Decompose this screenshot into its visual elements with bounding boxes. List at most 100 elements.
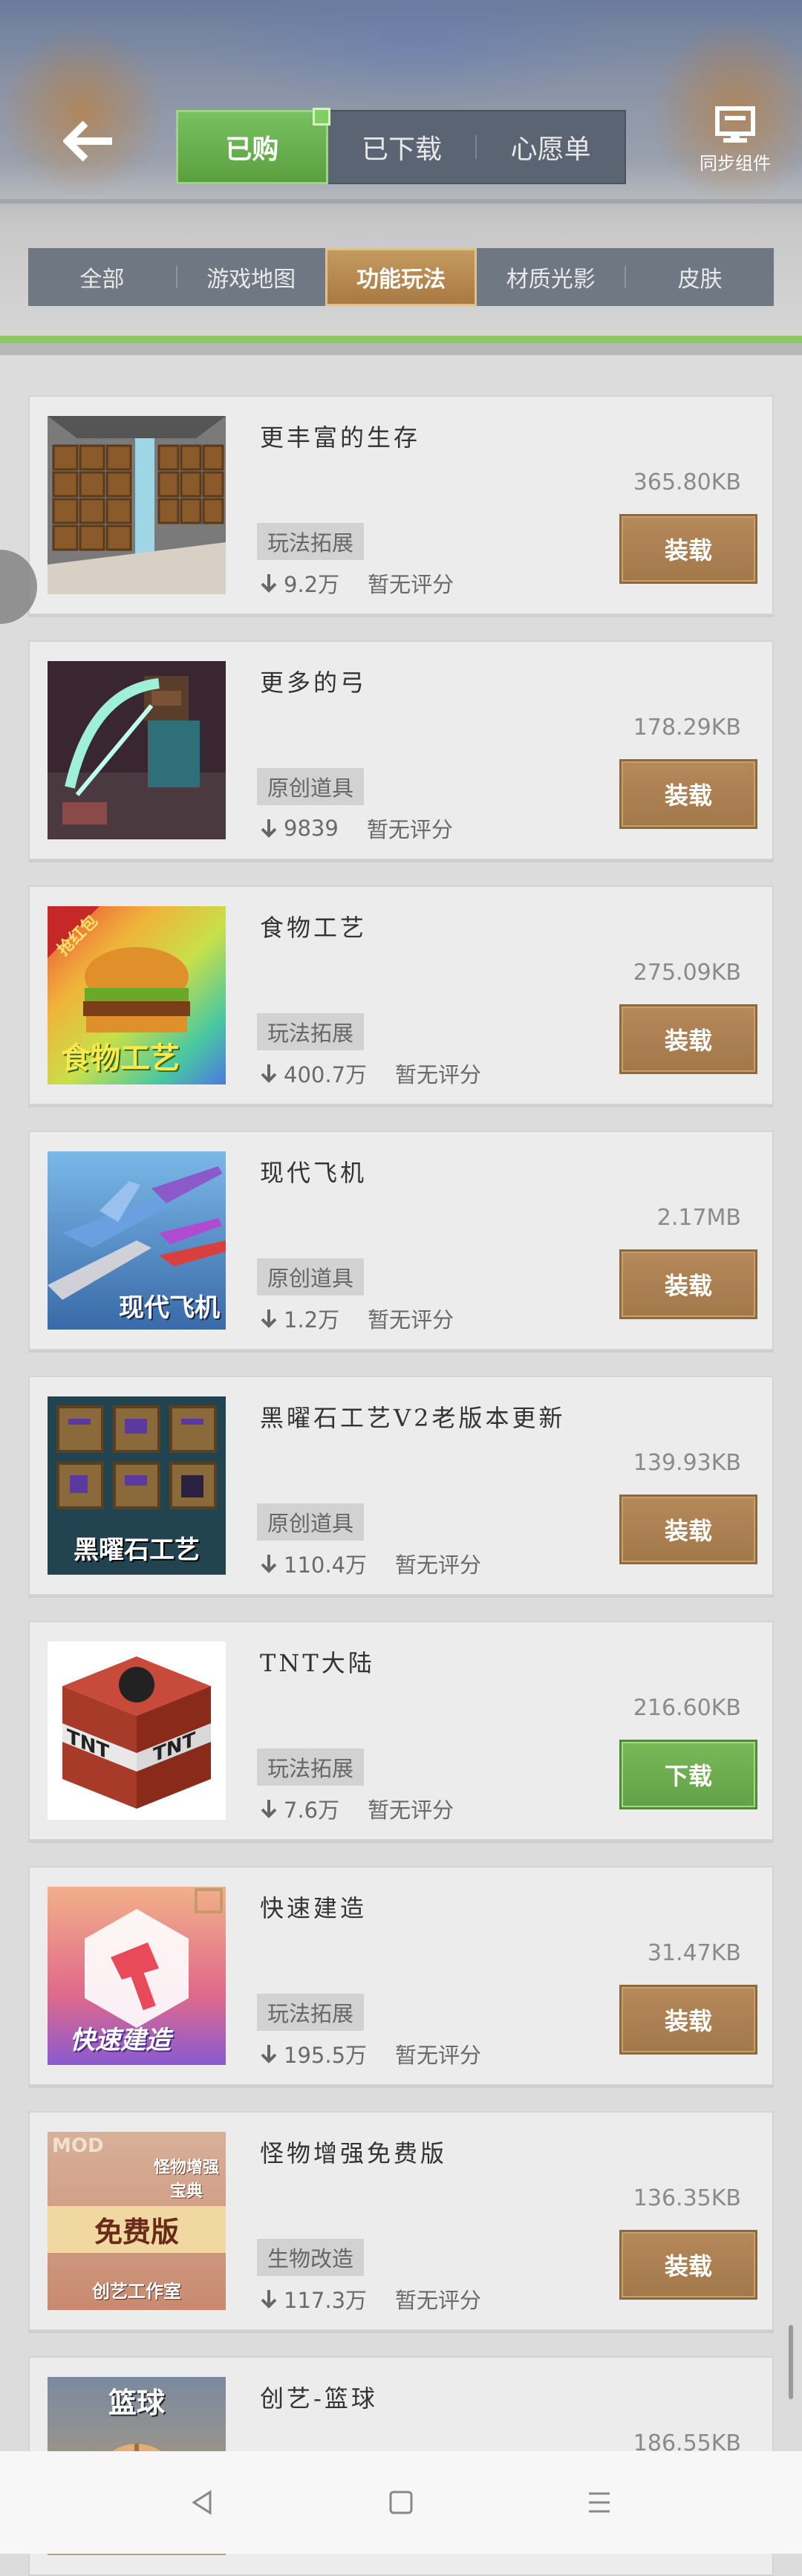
item-rating: 暂无评分 [368, 1798, 454, 1823]
item-bow-image [48, 661, 226, 839]
item-size: 365.80KB [633, 469, 741, 495]
category-all[interactable]: 全部 [28, 248, 176, 306]
download-arrow-icon [260, 573, 278, 593]
item-downloads: 7.6万 [284, 1798, 340, 1823]
item-size: 216.60KB [633, 1695, 741, 1721]
item-meta: 9.2万 暂无评分 [260, 567, 454, 599]
item-tag: 原创道具 [257, 768, 365, 805]
back-arrow-icon [63, 120, 112, 162]
item-thumbnail [48, 416, 226, 594]
sync-monitor-icon [715, 106, 755, 143]
back-button[interactable] [45, 104, 134, 178]
item-rating: 暂无评分 [395, 2288, 482, 2313]
menu-lines-icon [588, 2492, 610, 2513]
tab-downloaded[interactable]: 已下载 [328, 111, 476, 183]
list-item[interactable]: 更丰富的生存 365.80KB 玩法拓展 9.2万 暂无评分 装载 [28, 395, 774, 615]
item-frames-image [48, 416, 226, 594]
download-arrow-icon [260, 2289, 278, 2309]
item-meta: 7.6万 暂无评分 [260, 1793, 454, 1824]
item-tag: 原创道具 [257, 1258, 365, 1295]
list-item[interactable]: MOD 怪物增强宝典 免费版 创艺工作室 怪物增强免费版 136.35KB 生物… [28, 2111, 774, 2331]
item-thumbnail: 快速建造 [48, 1887, 226, 2065]
category-gameplay[interactable]: 功能玩法 [325, 248, 477, 306]
header-grey-strip [0, 343, 802, 355]
thumb-footer: 创艺工作室 [92, 2281, 181, 2302]
thumb-caption: 免费版 [48, 2206, 226, 2253]
list-item[interactable]: 快速建造 快速建造 31.47KB 玩法拓展 195.5万 暂无评分 装载 [28, 1866, 774, 2086]
item-title: 现代飞机 [260, 1159, 368, 1187]
purchase-tabs: 已购 已下载 心愿单 [176, 108, 626, 184]
list-item[interactable]: 抢红包 食物工艺 食物工艺 275.09KB 玩法拓展 400.7万 暂无评分 … [28, 885, 774, 1105]
download-arrow-icon [260, 1308, 278, 1329]
item-tag: 玩法拓展 [257, 523, 365, 560]
item-thumbnail: MOD 怪物增强宝典 免费版 创艺工作室 [48, 2132, 226, 2310]
download-button[interactable]: 下载 [619, 1740, 757, 1809]
item-rating: 暂无评分 [368, 1307, 454, 1333]
category-skins[interactable]: 皮肤 [626, 248, 774, 306]
item-tag: 玩法拓展 [257, 1994, 365, 2031]
load-button[interactable]: 装载 [619, 514, 757, 584]
category-game-maps[interactable]: 游戏地图 [177, 248, 325, 306]
item-title: 更丰富的生存 [260, 423, 421, 452]
tab-purchased[interactable]: 已购 [176, 108, 330, 184]
item-thumbnail: TNT TNT [48, 1642, 226, 1820]
triangle-back-icon [192, 2490, 212, 2515]
download-arrow-icon [260, 1063, 278, 1084]
item-rating: 暂无评分 [368, 572, 454, 597]
item-title: 更多的弓 [260, 669, 368, 697]
thumb-caption: 现代飞机 [119, 1293, 220, 1323]
system-nav-bar [0, 2451, 802, 2554]
item-tag: 玩法拓展 [257, 1013, 365, 1050]
item-rating: 暂无评分 [395, 1062, 482, 1087]
tab-wishlist[interactable]: 心愿单 [477, 111, 625, 183]
item-tag: 生物改造 [257, 2239, 365, 2276]
download-arrow-icon [260, 2043, 278, 2064]
list-item[interactable]: TNT TNT TNT大陆 216.60KB 玩法拓展 7.6万 暂无评分 下载 [28, 1621, 774, 1841]
scrollbar-thumb[interactable] [789, 2325, 793, 2399]
load-button[interactable]: 装载 [619, 1249, 757, 1319]
nav-menu-button[interactable] [562, 2473, 636, 2532]
load-button[interactable]: 装载 [619, 1985, 757, 2055]
item-downloads: 1.2万 [284, 1307, 340, 1333]
load-button[interactable]: 装载 [619, 759, 757, 829]
item-tag: 原创道具 [257, 1503, 365, 1541]
list-item[interactable]: 黑曜石工艺 黑曜石工艺V2老版本更新 139.93KB 原创道具 110.4万 … [28, 1376, 774, 1596]
sync-components-button[interactable]: 同步组件 [691, 105, 780, 187]
item-downloads: 9.2万 [284, 572, 340, 597]
item-meta: 400.7万 暂无评分 [260, 1058, 481, 1089]
thumb-caption: 食物工艺 [61, 1041, 180, 1076]
item-meta: 9839 暂无评分 [260, 813, 453, 844]
header-divider [0, 199, 802, 204]
item-title: 快速建造 [260, 1894, 368, 1922]
item-meta: 110.4万 暂无评分 [260, 1548, 481, 1579]
sync-label: 同步组件 [700, 153, 771, 174]
item-meta: 195.5万 暂无评分 [260, 2038, 481, 2069]
load-button[interactable]: 装载 [619, 1004, 757, 1074]
load-button[interactable]: 装载 [619, 1494, 757, 1564]
item-tag: 玩法拓展 [257, 1749, 365, 1786]
list-item[interactable]: 现代飞机 现代飞机 2.17MB 原创道具 1.2万 暂无评分 装载 [28, 1131, 774, 1350]
item-meta: 1.2万 暂无评分 [260, 1303, 454, 1334]
item-size: 31.47KB [647, 1940, 741, 1966]
item-rating: 暂无评分 [395, 1552, 482, 1578]
item-title: TNT大陆 [260, 1649, 375, 1677]
thumb-caption: 黑曜石工艺 [74, 1535, 200, 1565]
item-rating: 暂无评分 [395, 2043, 482, 2068]
category-textures[interactable]: 材质光影 [477, 248, 625, 306]
list-item[interactable]: 更多的弓 178.29KB 原创道具 9839 暂无评分 装载 [28, 640, 774, 860]
item-downloads: 110.4万 [284, 1552, 368, 1578]
download-arrow-icon [260, 1553, 278, 1574]
nav-home-button[interactable] [364, 2473, 438, 2532]
load-button[interactable]: 装载 [619, 2230, 757, 2300]
download-arrow-icon [260, 818, 278, 839]
item-title: 黑曜石工艺V2老版本更新 [260, 1404, 566, 1432]
item-size: 275.09KB [633, 960, 741, 986]
item-downloads: 117.3万 [284, 2288, 368, 2313]
item-rating: 暂无评分 [366, 817, 453, 842]
item-size: 178.29KB [633, 715, 741, 741]
item-downloads: 195.5万 [284, 2043, 368, 2068]
item-thumbnail: 黑曜石工艺 [48, 1396, 226, 1575]
nav-back-button[interactable] [166, 2473, 240, 2532]
item-title: 创艺-篮球 [260, 2384, 378, 2413]
item-title: 怪物增强免费版 [260, 2139, 448, 2167]
